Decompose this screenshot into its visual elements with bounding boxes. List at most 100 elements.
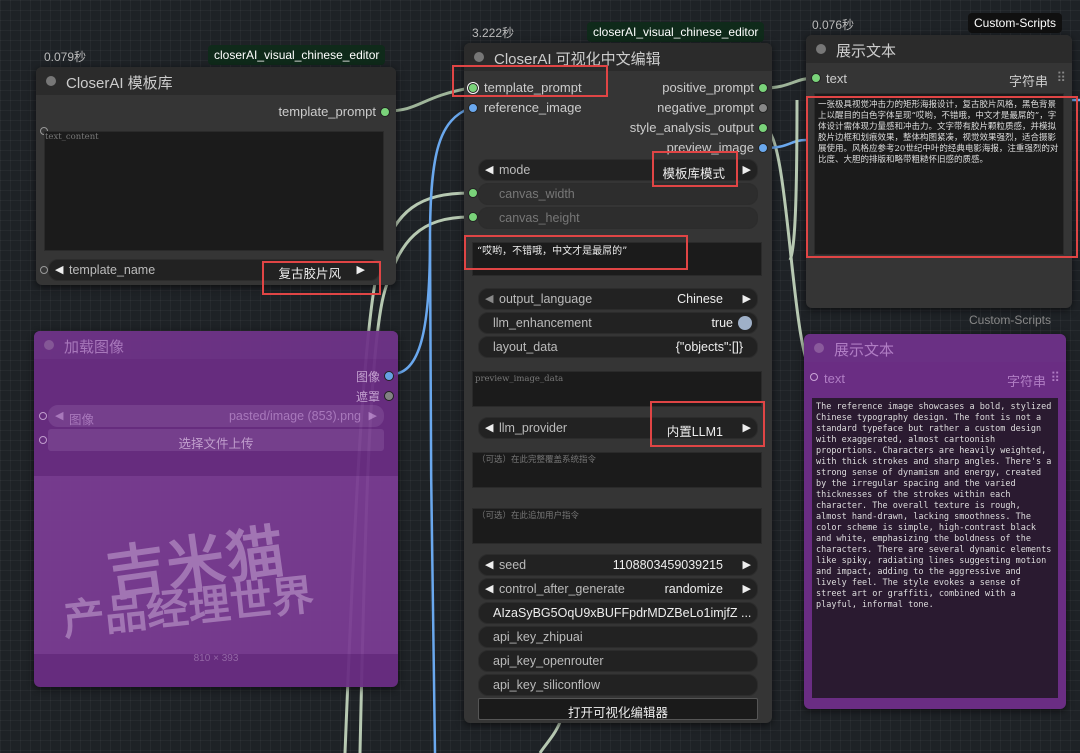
api-key-siliconflow-label: api_key_siliconflow — [493, 678, 601, 692]
canvas-height-widget[interactable]: canvas_height — [478, 207, 758, 229]
layout-data-widget[interactable]: layout_data {"objects":[]} — [478, 336, 758, 358]
output-template-prompt-label: template_prompt — [278, 104, 376, 119]
text-input-slot[interactable] — [810, 373, 818, 381]
canvas-height-slot[interactable] — [468, 212, 478, 222]
input-reference-image-label: reference_image — [484, 100, 582, 115]
collapse-dot[interactable] — [44, 340, 54, 350]
arrow-right-icon[interactable]: ▶ — [369, 409, 377, 422]
arrow-right-icon[interactable]: ▶ — [357, 263, 365, 276]
arrow-right-icon[interactable]: ▶ — [743, 582, 751, 595]
arrow-left-icon[interactable]: ◀ — [485, 558, 493, 571]
node-title-bar[interactable]: CloserAI 模板库 — [36, 67, 396, 95]
arrow-left-icon[interactable]: ◀ — [55, 409, 63, 422]
input-template-prompt-slot[interactable] — [468, 83, 478, 93]
mode-combo[interactable]: ◀ mode 模板库模式 ▶ — [478, 159, 758, 181]
open-visual-editor-button[interactable]: 打开可视化编辑器 — [478, 698, 758, 720]
api-key-openrouter-widget[interactable]: api_key_openrouter — [478, 650, 758, 672]
image-input-slot[interactable] — [39, 412, 47, 420]
llm-provider-combo[interactable]: ◀ llm_provider 内置LLM1 ▶ — [478, 417, 758, 439]
grip-icon[interactable]: ⠿ — [1056, 70, 1066, 86]
arrow-right-icon[interactable]: ▶ — [743, 421, 751, 434]
llm-enhancement-label: llm_enhancement — [493, 316, 592, 330]
arrow-right-icon[interactable]: ▶ — [743, 558, 751, 571]
output-image-slot[interactable] — [384, 371, 394, 381]
collapse-dot[interactable] — [814, 343, 824, 353]
llm-enhancement-value: true — [711, 316, 733, 330]
node-badge: Custom-Scripts — [969, 313, 1052, 327]
output-negative-prompt-slot[interactable] — [758, 103, 768, 113]
execution-time: 0.076秒 — [812, 18, 855, 32]
node-badge: closerAI_visual_chinese_editor — [208, 45, 386, 65]
output-positive-prompt-slot[interactable] — [758, 83, 768, 93]
output-template-prompt-slot[interactable] — [380, 107, 390, 117]
text-input-textarea[interactable]: “哎哟，不错哦，中文才是最屌的” — [472, 242, 762, 276]
text-input-type: 字符串 — [1008, 74, 1048, 89]
arrow-left-icon[interactable]: ◀ — [485, 163, 493, 176]
collapse-dot[interactable] — [474, 52, 484, 62]
control-after-generate-combo[interactable]: ◀ control_after_generate randomize ▶ — [478, 578, 758, 600]
api-key-siliconflow-widget[interactable]: api_key_siliconflow — [478, 674, 758, 696]
show-text-content: 一张极具视觉冲击力的矩形海报设计，复古胶片风格，黑色背景上以醒目的白色字体呈现“… — [814, 93, 1064, 255]
template-name-label: template_name — [69, 263, 156, 277]
visual-chinese-editor-node[interactable]: CloserAI 可视化中文编辑 template_prompt referen… — [464, 43, 772, 723]
arrow-right-icon[interactable]: ▶ — [743, 292, 751, 305]
output-mask-slot[interactable] — [384, 391, 394, 401]
text-input-slot[interactable] — [811, 73, 821, 83]
arrow-left-icon[interactable]: ◀ — [55, 263, 63, 276]
upload-input-slot[interactable] — [39, 436, 47, 444]
output-language-combo[interactable]: ◀ output_language Chinese ▶ — [478, 288, 758, 310]
llm-provider-label: llm_provider — [499, 421, 568, 435]
arrow-right-icon[interactable]: ▶ — [743, 163, 751, 176]
node-title-bar[interactable]: 展示文本 — [806, 35, 1072, 63]
show-text-node-1[interactable]: 展示文本 text 字符串 ⠿ 一张极具视觉冲击力的矩形海报设计，复古胶片风格，… — [806, 35, 1072, 308]
grip-icon[interactable]: ⠿ — [1050, 370, 1060, 386]
node-title-bar[interactable]: CloserAI 可视化中文编辑 — [464, 43, 772, 71]
node-title-bar[interactable]: 展示文本 — [804, 334, 1066, 362]
input-reference-image-slot[interactable] — [468, 103, 478, 113]
seed-widget[interactable]: ◀ seed 1108803459039215 ▶ — [478, 554, 758, 576]
arrow-left-icon[interactable]: ◀ — [485, 292, 493, 305]
node-badge: closerAI_visual_chinese_editor — [587, 22, 765, 42]
toggle-knob-icon[interactable] — [738, 316, 752, 330]
load-image-node[interactable]: 加载图像 图像 遮罩 ◀ 图像 pasted/image (853).png ▶… — [34, 331, 398, 687]
api-key-zhipuai-label: api_key_zhipuai — [493, 630, 583, 644]
node-title: CloserAI 模板库 — [66, 75, 173, 92]
upload-button[interactable]: 选择文件上传 — [48, 429, 384, 451]
text-input-label: text — [824, 371, 845, 386]
show-text-content: The reference image showcases a bold, st… — [812, 398, 1058, 698]
node-title-bar[interactable]: 加载图像 — [34, 331, 398, 359]
node-title: 展示文本 — [836, 43, 897, 60]
arrow-left-icon[interactable]: ◀ — [485, 421, 493, 434]
canvas-width-widget[interactable]: canvas_width — [478, 183, 758, 205]
canvas-width-slot[interactable] — [468, 188, 478, 198]
system-prompt-textarea[interactable]: （可选）在此完整覆盖系统指令 — [472, 452, 762, 488]
llm-provider-value: 内置LLM1 — [666, 425, 723, 439]
upload-label: 选择文件上传 — [178, 437, 254, 451]
output-preview-image-label: preview_image — [666, 140, 754, 155]
show-text-node-2[interactable]: 展示文本 text 字符串 ⠿ The reference image show… — [804, 334, 1066, 709]
api-key-widget[interactable]: AIzaSyBG5OqU9xBUFFpdrMDZBeLo1imjfZ ... — [478, 602, 758, 624]
api-key-zhipuai-widget[interactable]: api_key_zhipuai — [478, 626, 758, 648]
api-key-openrouter-label: api_key_openrouter — [493, 654, 604, 668]
user-prompt-placeholder: （可选）在此追加用户指令 — [477, 511, 580, 521]
text-input-value: “哎哟，不错哦，中文才是最屌的” — [477, 246, 628, 257]
collapse-dot[interactable] — [46, 76, 56, 86]
execution-time: 0.079秒 — [44, 50, 87, 64]
user-prompt-textarea[interactable]: （可选）在此追加用户指令 — [472, 508, 762, 544]
control-after-generate-label: control_after_generate — [499, 582, 625, 596]
output-style-analysis-slot[interactable] — [758, 123, 768, 133]
node-badge: Custom-Scripts — [968, 13, 1063, 33]
preview-image-data-placeholder: preview_image_data — [475, 374, 564, 384]
template-name-input-slot[interactable] — [40, 266, 48, 274]
text-content-textarea[interactable]: text_content — [44, 131, 384, 251]
layout-data-value: {"objects":[]} — [675, 340, 743, 354]
arrow-left-icon[interactable]: ◀ — [485, 582, 493, 595]
preview-image-data-textarea[interactable]: preview_image_data — [472, 371, 762, 407]
llm-enhancement-toggle[interactable]: llm_enhancement true — [478, 312, 758, 334]
output-preview-image-slot[interactable] — [758, 143, 768, 153]
image-combo[interactable]: ◀ 图像 pasted/image (853).png ▶ — [48, 405, 384, 427]
template-library-node[interactable]: CloserAI 模板库 template_prompt text_conten… — [36, 67, 396, 285]
node-title: 加载图像 — [64, 339, 125, 356]
collapse-dot[interactable] — [816, 44, 826, 54]
template-name-combo[interactable]: ◀ template_name 复古胶片风 ▶ — [48, 259, 380, 281]
